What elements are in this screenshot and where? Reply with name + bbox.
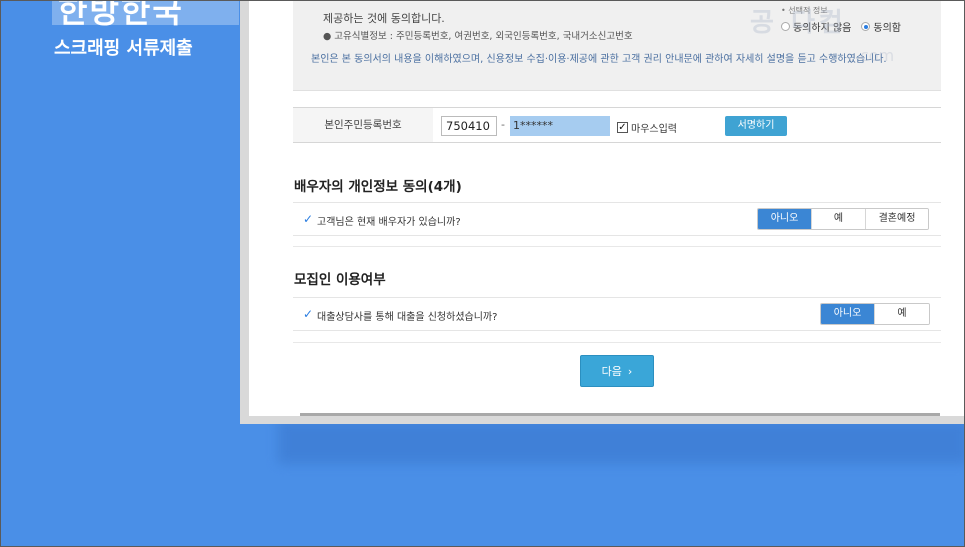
- consent-text: 제공하는 것에 동의합니다.: [323, 12, 445, 25]
- consent-agree-option[interactable]: 동의함: [861, 19, 901, 34]
- radio-selected-icon[interactable]: [861, 22, 871, 31]
- left-panel-title: 한방한국: [58, 0, 184, 30]
- agent-no-button[interactable]: 아니오: [821, 304, 875, 324]
- next-button[interactable]: 다음 ›: [580, 355, 654, 387]
- check-icon: ✓: [303, 212, 314, 226]
- agent-question: 대출상담사를 통해 대출을 신청하셨습니까?: [317, 312, 498, 323]
- left-panel-subtitle: 스크래핑 서류제출: [54, 38, 193, 59]
- check-icon: ✓: [303, 307, 314, 321]
- resident-id-label: 본인주민등록번호: [293, 108, 433, 142]
- consent-agree-label: 동의함: [873, 23, 901, 34]
- card-shadow: [278, 420, 965, 464]
- resident-id-first-input[interactable]: 750410: [441, 116, 497, 136]
- agent-question-row: ✓ 대출상담사를 통해 대출을 신청하셨습니까? 아니오 예: [293, 297, 941, 331]
- chevron-right-icon: ›: [627, 365, 633, 378]
- unique-id-info: ● 고유식별정보 : 주민등록번호, 여권번호, 외국인등록번호, 국내거소신고…: [323, 31, 633, 42]
- sign-button[interactable]: 서명하기: [725, 116, 787, 136]
- section-divider: [293, 246, 941, 247]
- spouse-no-button[interactable]: 아니오: [758, 209, 812, 229]
- agent-segmented-control: 아니오 예: [820, 303, 930, 325]
- checkmark-icon[interactable]: ✓: [617, 122, 628, 133]
- mouse-input-label: 마우스입력: [631, 124, 677, 135]
- spouse-yes-button[interactable]: 예: [812, 209, 866, 229]
- watermark-sub: com: [860, 46, 895, 65]
- agent-section-title: 모집인 이용여부: [294, 272, 386, 288]
- mouse-input-checkbox[interactable]: ✓ 마우스입력: [617, 120, 677, 135]
- next-button-label: 다음: [601, 365, 622, 378]
- consent-confirmation: 본인은 본 동의서의 내용을 이해하였으며, 신용정보 수집·이용·제공에 관한…: [311, 54, 887, 65]
- spouse-segmented-control: 아니오 예 결혼예정: [757, 208, 929, 230]
- spouse-engaged-button[interactable]: 결혼예정: [866, 209, 928, 229]
- spouse-question: 고객님은 현재 배우자가 있습니까?: [317, 217, 461, 228]
- spouse-section-title: 배우자의 개인정보 동의(4개): [294, 179, 462, 195]
- watermark: 공 다컴: [750, 8, 847, 38]
- resident-id-row: 본인주민등록번호 750410 - 1****** ✓ 마우스입력 서명하기: [293, 107, 941, 143]
- spouse-question-row: ✓ 고객님은 현재 배우자가 있습니까? 아니오 예 결혼예정: [293, 202, 941, 236]
- agent-yes-button[interactable]: 예: [875, 304, 929, 324]
- card-bottom-line: [300, 413, 940, 416]
- resident-id-second-input[interactable]: 1******: [510, 116, 610, 136]
- resident-id-dash: -: [501, 118, 505, 131]
- section-divider: [293, 342, 941, 343]
